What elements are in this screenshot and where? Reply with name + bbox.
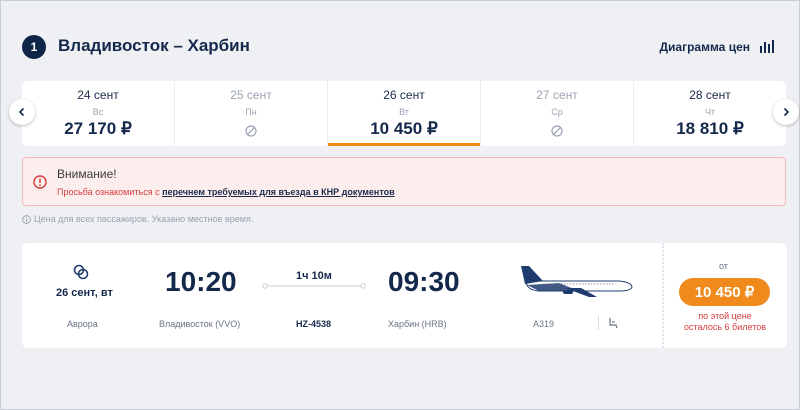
warning-title: Внимание!	[57, 167, 117, 181]
airline-name: Аврора	[67, 319, 98, 329]
weekday-label: Ср	[551, 107, 563, 117]
info-icon	[22, 214, 31, 224]
date-option[interactable]: 25 сент Пн	[175, 81, 328, 146]
date-price: 18 810 ₽	[676, 119, 744, 138]
date-option-selected[interactable]: 26 сент Вт 10 450 ₽	[328, 81, 481, 146]
date-price: 10 450 ₽	[370, 119, 438, 138]
warning-prefix: Просьба ознакомиться с	[57, 187, 163, 197]
arrival-time: 09:30	[388, 266, 460, 297]
date-label: 24 сент	[77, 88, 119, 102]
seats-left-note: по этой цене осталось 6 билетов	[672, 311, 778, 333]
price-divider	[662, 243, 664, 348]
step-badge: 1	[22, 35, 46, 59]
entry-warning: Внимание! Просьба ознакомиться с перечне…	[22, 157, 786, 206]
airline-logo-icon	[73, 264, 89, 280]
seat-icon	[609, 318, 618, 329]
date-option[interactable]: 24 сент Вс 27 170 ₽	[22, 81, 175, 146]
weekday-label: Чт	[704, 107, 716, 117]
next-dates-button[interactable]	[773, 99, 799, 125]
flight-number: HZ-4538	[296, 319, 332, 329]
entry-documents-link[interactable]: перечнем требуемых для въезда в КНР доку…	[162, 187, 395, 197]
date-label: 25 сент	[230, 88, 272, 102]
date-price: 27 170 ₽	[64, 119, 132, 138]
aircraft-image	[521, 266, 633, 297]
departure-time: 10:20	[165, 266, 237, 297]
bar-chart-icon[interactable]	[760, 40, 776, 53]
price-from-label: от	[719, 261, 728, 271]
seats-left-line: осталось 6 билетов	[683, 322, 767, 332]
select-flight-button[interactable]: 10 450 ₽	[679, 278, 770, 306]
price-note-text: Цена для всех пассажиров. Указано местно…	[34, 214, 254, 224]
flight-card[interactable]: 26 сент, вт Аврора 10:20 Владивосток (VV…	[22, 243, 787, 348]
chevron-right-icon	[783, 107, 790, 117]
date-strip: 24 сент Вс 27 170 ₽ 25 сент Пн 26 сент В…	[22, 81, 786, 146]
flight-duration: 1ч 10м	[296, 270, 332, 282]
date-option[interactable]: 27 сент Ср	[481, 81, 634, 146]
departure-airport: Владивосток (VVO)	[159, 319, 241, 329]
route-line	[262, 283, 366, 289]
arrival-airport: Харбин (HRB)	[388, 319, 447, 329]
unavailable-icon	[551, 125, 563, 137]
seats-left-line: по этой цене	[698, 311, 752, 321]
date-label: 27 сент	[536, 88, 578, 102]
divider	[598, 316, 599, 330]
chevron-left-icon	[18, 107, 25, 117]
date-label: 28 сент	[689, 88, 731, 102]
departure-date: 26 сент, вт	[56, 287, 113, 299]
prev-dates-button[interactable]	[9, 99, 35, 125]
unavailable-icon	[245, 125, 257, 137]
route-title: Владивосток – Харбин	[58, 36, 250, 55]
price-chart-link[interactable]: Диаграмма цен	[659, 40, 750, 54]
weekday-label: Вс	[92, 107, 104, 117]
date-label: 26 сент	[383, 88, 425, 102]
weekday-label: Вт	[399, 107, 409, 117]
date-option[interactable]: 28 сент Чт 18 810 ₽	[634, 81, 786, 146]
price-note: Цена для всех пассажиров. Указано местно…	[22, 214, 253, 224]
weekday-label: Пн	[245, 107, 257, 117]
alert-icon	[33, 175, 47, 189]
aircraft-type: A319	[533, 319, 555, 329]
warning-text: Просьба ознакомиться с перечнем требуемы…	[57, 187, 395, 197]
